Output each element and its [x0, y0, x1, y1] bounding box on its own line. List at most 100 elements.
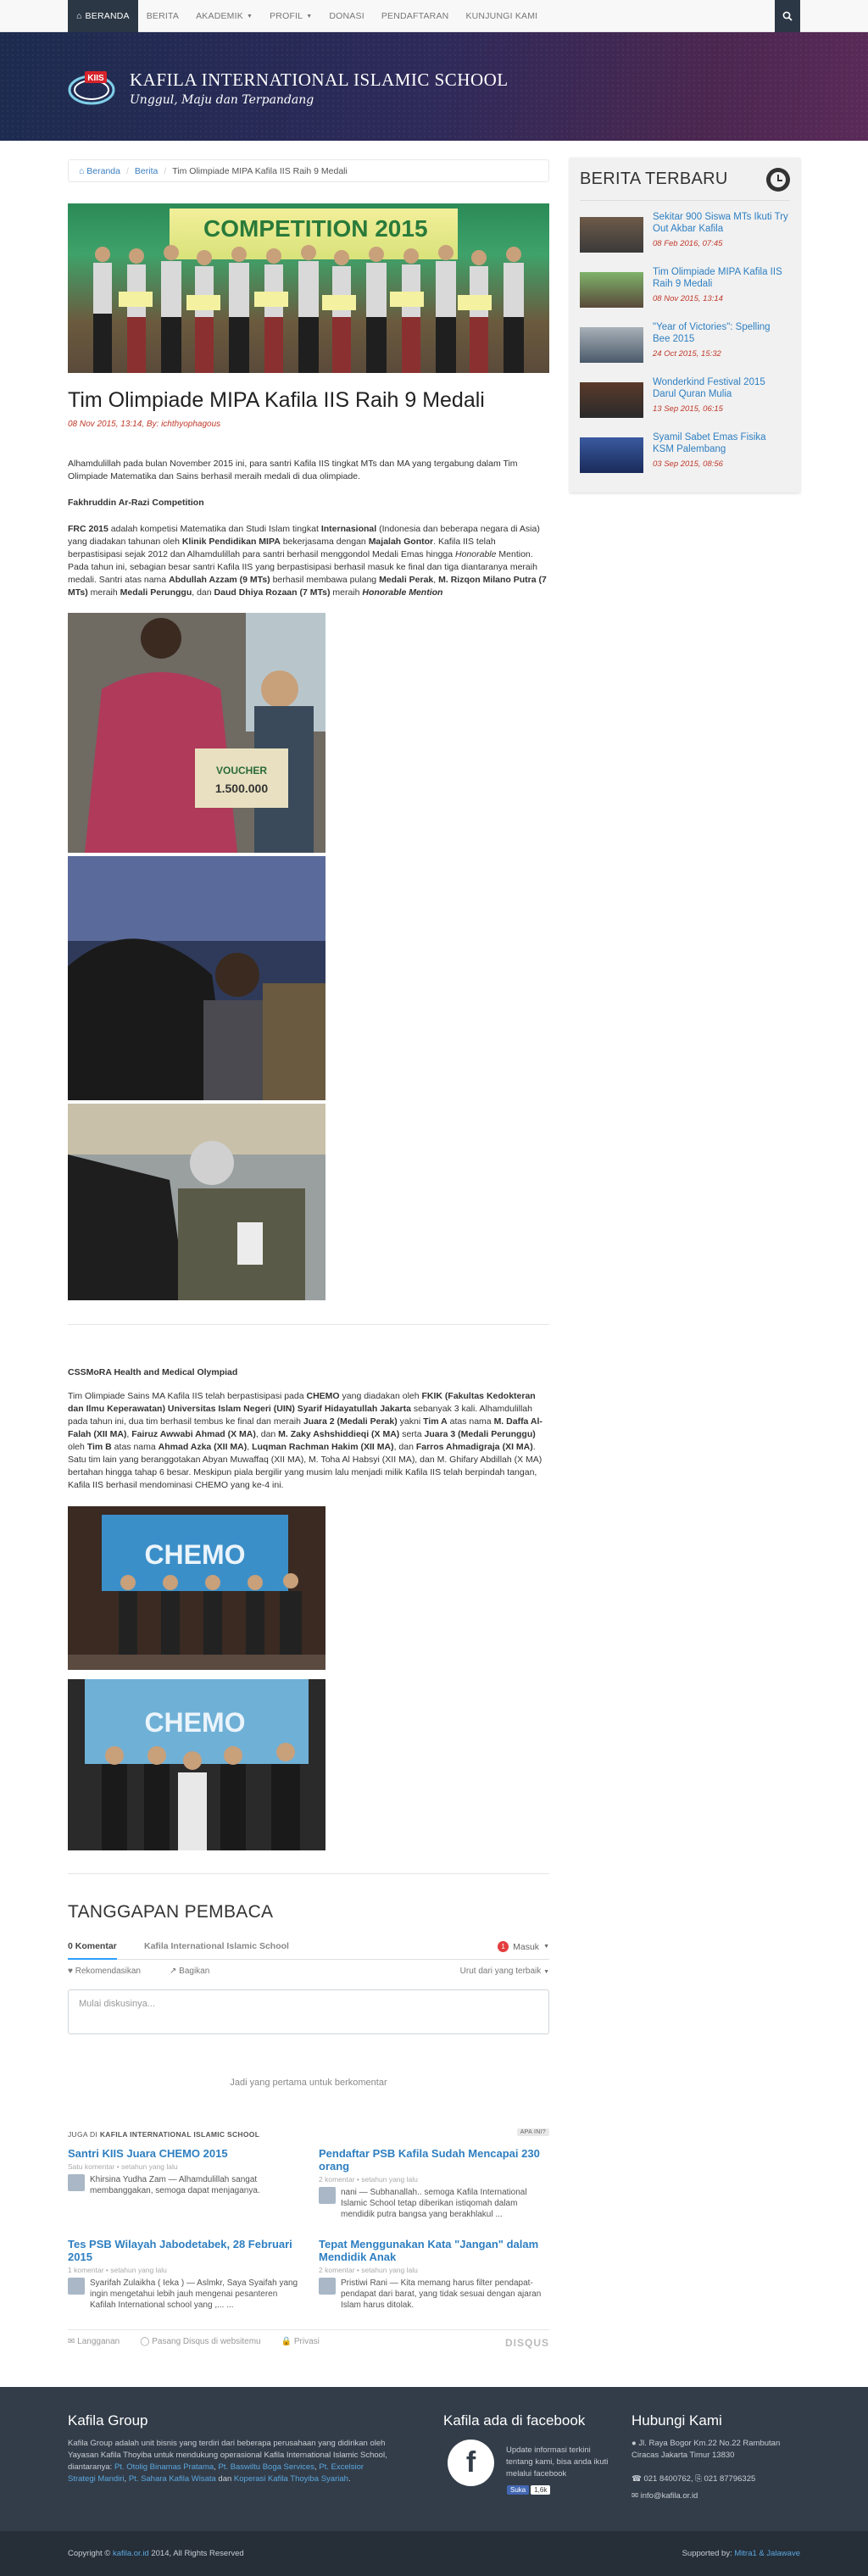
nav-label: PENDAFTARAN: [381, 11, 449, 21]
ads-info-badge[interactable]: APA INI?: [516, 2128, 549, 2136]
disqus-logo[interactable]: DISQUS: [505, 2337, 549, 2349]
news-title[interactable]: Tim Olimpiade MIPA Kafila IIS Raih 9 Med…: [653, 267, 788, 290]
news-date: 08 Nov 2015, 13:14: [653, 294, 723, 303]
recommended-post-meta: 2 komentar • setahun yang lalu: [319, 2175, 418, 2184]
comment-input[interactable]: Mulai diskusinya...: [68, 1989, 549, 2034]
nav-item-donasi[interactable]: DONASI: [320, 0, 372, 32]
login-button[interactable]: 1 Masuk ▼: [498, 1941, 549, 1952]
map-marker-icon: ●: [632, 2439, 637, 2448]
nav-item-akademik[interactable]: AKADEMIK ▼: [187, 0, 261, 32]
sidebar-news-item[interactable]: Sekitar 900 Siswa MTs Ikuti Try Out Akba…: [580, 210, 792, 258]
sidebar-news-item[interactable]: Tim Olimpiade MIPA Kafila IIS Raih 9 Med…: [580, 265, 792, 313]
breadcrumb-home[interactable]: ⌂ Beranda: [79, 166, 120, 176]
facebook-icon[interactable]: f: [448, 2440, 494, 2486]
group-link[interactable]: Koperasi Kafila Thoyiba Syariah: [234, 2474, 348, 2484]
inline-text: FRC 2015: [68, 524, 108, 534]
article-photo-frc-1: VOUCHER 1.500.000: [68, 613, 326, 853]
nav-label: BERANDA: [85, 11, 130, 21]
news-thumbnail[interactable]: [580, 217, 643, 253]
inline-text: , dan: [255, 1429, 279, 1439]
section-title-frc: Fakhruddin Ar-Razi Competition: [68, 498, 204, 508]
news-title[interactable]: "Year of Victories": Spelling Bee 2015: [653, 322, 788, 345]
news-thumbnail[interactable]: [580, 327, 643, 363]
copyright-bar: Copyright © kafila.or.id 2014, All Right…: [0, 2531, 868, 2576]
news-thumbnail[interactable]: [580, 382, 643, 418]
phone-icon: ☎: [632, 2474, 642, 2484]
latest-news-sidebar: BERITA TERBARU Sekitar 900 Siswa MTs Iku…: [570, 158, 800, 492]
news-thumbnail[interactable]: [580, 272, 643, 308]
clock-icon: [766, 168, 790, 192]
copyright-text: Copyright © kafila.or.id 2014, All Right…: [68, 2549, 244, 2558]
breadcrumb-berita[interactable]: Berita: [135, 166, 158, 176]
inline-text: Majalah Gontor: [368, 537, 434, 547]
comment-author: Khirsina Yudha Zam: [90, 2175, 166, 2184]
home-icon: ⌂: [79, 165, 85, 176]
also-on-heading: JUGA DI KAFILA INTERNATIONAL ISLAMIC SCH…: [68, 2128, 549, 2139]
copyright-suffix: 2014, All Rights Reserved: [148, 2549, 244, 2558]
top-navbar: ⌂ BERANDA BERITA AKADEMIK ▼ PROFIL ▼ DONAS…: [0, 0, 868, 32]
news-date: 03 Sep 2015, 08:56: [653, 459, 723, 469]
supported-link[interactable]: Mitra1 & Jalawave: [734, 2549, 800, 2558]
site-motto: Unggul, Maju dan Terpandang: [130, 93, 314, 107]
add-disqus-link[interactable]: ◯ Pasang Disqus di websitemu: [140, 2337, 260, 2346]
login-label: Masuk: [513, 1941, 540, 1952]
group-link[interactable]: Pt. Otolig Binamas Pratama: [114, 2462, 214, 2472]
nav-label: BERITA: [146, 11, 180, 21]
sort-dropdown[interactable]: Urut dari yang terbaik ▼: [460, 1967, 549, 1976]
recommended-post[interactable]: Tes PSB Wilayah Jabodetabek, 28 Februari…: [68, 2238, 301, 2311]
subscribe-link[interactable]: ✉ Langganan: [68, 2337, 120, 2346]
recommended-post[interactable]: Tepat Menggunakan Kata "Jangan" dalam Me…: [319, 2238, 552, 2311]
footer-email[interactable]: ✉ info@kafila.or.id: [632, 2490, 801, 2502]
recommended-post-title[interactable]: Tepat Menggunakan Kata "Jangan" dalam Me…: [319, 2238, 552, 2263]
sidebar-news-item[interactable]: "Year of Victories": Spelling Bee 2015 2…: [580, 320, 792, 368]
recommended-post[interactable]: Santri KIIS Juara CHEMO 2015 Satu koment…: [68, 2147, 301, 2196]
copyright-link[interactable]: kafila.or.id: [113, 2549, 149, 2558]
inline-text: Internasional: [320, 524, 377, 534]
search-icon: [782, 11, 793, 21]
nav-item-pendaftaran[interactable]: PENDAFTARAN: [373, 0, 458, 32]
recommended-post-title[interactable]: Santri KIIS Juara CHEMO 2015: [68, 2147, 301, 2160]
article-photo-chemo-2: CHEMO: [68, 1679, 326, 1850]
news-title[interactable]: Syamil Sabet Emas Fisika KSM Palembang: [653, 432, 788, 455]
news-date: 08 Feb 2016, 07:45: [653, 239, 723, 248]
tab-community[interactable]: Kafila International Islamic School: [144, 1941, 289, 1951]
recommended-post-title[interactable]: Tes PSB Wilayah Jabodetabek, 28 Februari…: [68, 2238, 301, 2263]
footer-group-text: Kafila Group adalah unit bisnis yang ter…: [68, 2438, 390, 2485]
nav-item-berita[interactable]: BERITA: [138, 0, 187, 32]
avatar: [68, 2278, 85, 2295]
inline-text: berhasil membawa pulang: [270, 575, 380, 585]
header-banner: KIIS KAFILA INTERNATIONAL ISLAMIC SCHOOL…: [0, 32, 868, 141]
recommend-button[interactable]: ♥ Rekomendasikan: [68, 1967, 141, 1976]
tab-comment-count[interactable]: 0 Komentar: [68, 1941, 117, 1960]
sidebar-news-item[interactable]: Wonderkind Festival 2015 Darul Quran Mul…: [580, 376, 792, 423]
sidebar-news-item[interactable]: Syamil Sabet Emas Fisika KSM Palembang 0…: [580, 431, 792, 478]
also-prefix: JUGA DI: [68, 2130, 100, 2139]
search-button[interactable]: [775, 0, 800, 32]
school-logo[interactable]: KIIS: [68, 66, 117, 107]
news-title[interactable]: Wonderkind Festival 2015 Darul Quran Mul…: [653, 377, 788, 400]
recommended-post-meta: Satu komentar • setahun yang lalu: [68, 2162, 178, 2171]
email-text: info@kafila.or.id: [640, 2491, 698, 2501]
nav-item-kunjungi-kami[interactable]: KUNJUNGI KAMI: [457, 0, 546, 32]
fax-text: 021 87796325: [704, 2474, 756, 2484]
privacy-link[interactable]: 🔒 Privasi: [281, 2337, 320, 2346]
site-title[interactable]: KAFILA INTERNATIONAL ISLAMIC SCHOOL: [130, 70, 509, 91]
news-title[interactable]: Sekitar 900 Siswa MTs Ikuti Try Out Akba…: [653, 212, 788, 235]
inline-text: bekerjasama dengan: [280, 537, 369, 547]
nav-item-profil[interactable]: PROFIL ▼: [261, 0, 320, 32]
nav-item-beranda[interactable]: ⌂ BERANDA: [68, 0, 138, 32]
chemo-banner-text: CHEMO: [144, 1539, 245, 1570]
recommended-post-meta: 2 komentar • setahun yang lalu: [319, 2266, 418, 2274]
voucher-amount: 1.500.000: [215, 782, 268, 795]
recommended-post-title[interactable]: Pendaftar PSB Kafila Sudah Mencapai 230 …: [319, 2147, 552, 2173]
recommended-post-body: Pristiwi Rani — Kita memang harus filter…: [319, 2278, 552, 2311]
group-link[interactable]: Pt. Baswiltu Boga Services: [218, 2462, 314, 2472]
news-thumbnail[interactable]: [580, 437, 643, 473]
group-link-separator: dan: [215, 2474, 234, 2484]
photo-frc-2-illustration: [68, 856, 326, 1100]
recommended-post[interactable]: Pendaftar PSB Kafila Sudah Mencapai 230 …: [319, 2147, 552, 2220]
facebook-like-button[interactable]: Suka 1,6k: [507, 2485, 551, 2495]
share-button[interactable]: ↗ Bagikan: [170, 1967, 209, 1976]
footer-contact-title: Hubungi Kami: [632, 2412, 722, 2429]
group-link[interactable]: Pt. Sahara Kafila Wisata: [129, 2474, 216, 2484]
